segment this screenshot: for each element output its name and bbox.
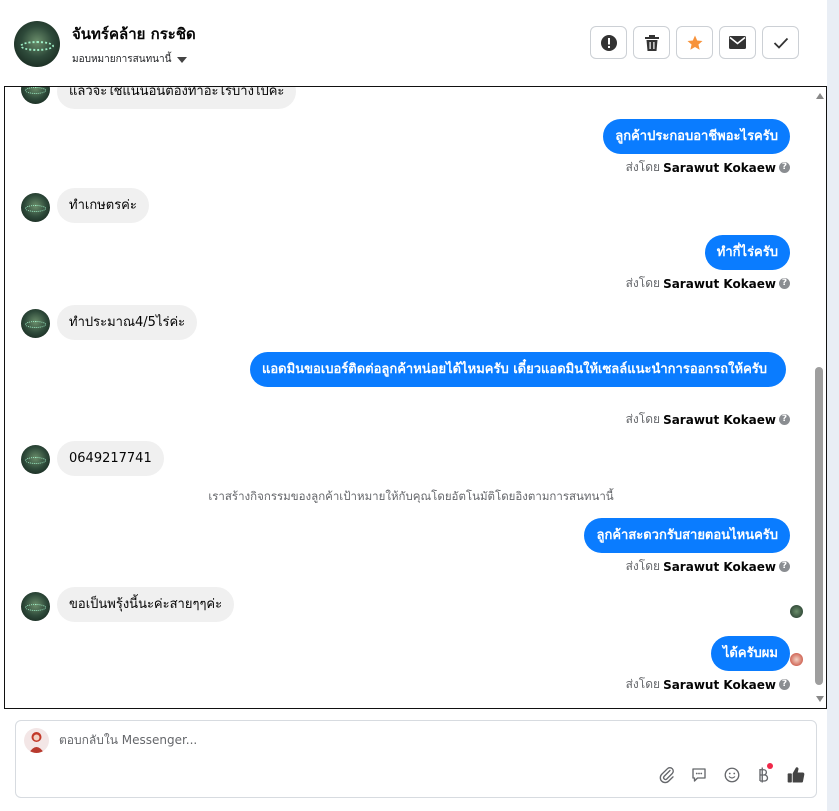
incoming-message[interactable]: แล้วจะใช้แน่นอนต้องทำอะไรบ้างไปคะ xyxy=(57,87,297,109)
thread-scrollbar[interactable] xyxy=(814,87,826,708)
check-icon xyxy=(773,37,788,49)
mark-done-button[interactable] xyxy=(762,26,799,59)
report-icon xyxy=(600,34,617,51)
reply-input[interactable] xyxy=(59,733,659,747)
payment-button[interactable] xyxy=(753,763,773,785)
outgoing-message[interactable]: ทำกี่ไร่ครับ xyxy=(704,235,790,270)
contact-avatar[interactable] xyxy=(14,21,60,67)
trash-icon xyxy=(644,34,659,51)
caret-down-icon xyxy=(177,56,188,63)
system-note: เราสร้างกิจกรรมของลูกค้าเป้าหมายให้กับคุ… xyxy=(208,489,614,503)
scroll-thumb[interactable] xyxy=(815,367,823,685)
incoming-message[interactable]: 0649217741 xyxy=(57,441,164,476)
conversation-header: จันทร์คล้าย กระชิด มอบหมายการสนทนานี้ xyxy=(0,0,827,86)
help-icon[interactable]: ? xyxy=(779,679,790,690)
assign-label: มอบหมายการสนทนานี้ xyxy=(72,54,172,65)
sent-by-label: ส่งโดย Sarawut Kokaew? xyxy=(626,557,790,576)
paperclip-icon xyxy=(659,767,674,784)
saved-replies-button[interactable] xyxy=(689,765,709,785)
delete-button[interactable] xyxy=(633,26,670,59)
incoming-message[interactable]: ทำเกษตรค่ะ xyxy=(57,188,149,223)
contact-avatar-small xyxy=(21,445,50,474)
help-icon[interactable]: ? xyxy=(779,414,790,425)
agent-avatar xyxy=(24,728,49,753)
inbox-conversation-panel: จันทร์คล้าย กระชิด มอบหมายการสนทนานี้ แล… xyxy=(0,0,828,811)
contact-avatar-small xyxy=(21,87,50,104)
thumbs-up-icon xyxy=(787,767,805,783)
reply-composer xyxy=(15,720,817,798)
like-button[interactable] xyxy=(786,765,806,785)
contact-name[interactable]: จันทร์คล้าย กระชิด xyxy=(72,22,196,46)
outgoing-message[interactable]: ได้ครับผม xyxy=(710,636,790,671)
help-icon[interactable]: ? xyxy=(779,278,790,289)
contact-avatar-small xyxy=(21,592,50,621)
contact-avatar-small xyxy=(21,193,50,222)
outgoing-message[interactable]: ลูกค้าประกอบอาชีพอะไรครับ xyxy=(603,119,790,154)
message-thread[interactable]: แล้วจะใช้แน่นอนต้องทำอะไรบ้างไปคะ ลูกค้า… xyxy=(4,86,827,709)
help-icon[interactable]: ? xyxy=(779,162,790,173)
emoji-icon xyxy=(724,767,740,783)
incoming-message[interactable]: ขอเป็นพรุ้งนี้นะค่ะสายๆๆค่ะ xyxy=(57,587,235,622)
sent-by-label: ส่งโดย Sarawut Kokaew? xyxy=(626,675,790,694)
help-icon[interactable]: ? xyxy=(779,561,790,572)
mark-unread-button[interactable] xyxy=(719,26,756,59)
assign-conversation-dropdown[interactable]: มอบหมายการสนทนานี้ xyxy=(72,52,188,67)
comment-icon xyxy=(692,768,706,782)
seen-avatar xyxy=(790,605,803,618)
emoji-button[interactable] xyxy=(722,765,742,785)
notification-dot xyxy=(767,763,773,769)
scroll-up-arrow[interactable] xyxy=(816,93,824,99)
report-button[interactable] xyxy=(590,26,627,59)
star-button[interactable] xyxy=(676,26,713,59)
delivered-avatar xyxy=(790,653,803,666)
attach-button[interactable] xyxy=(657,765,677,785)
sent-by-label: ส่งโดย Sarawut Kokaew? xyxy=(626,410,790,429)
star-icon xyxy=(687,35,702,50)
sent-by-label: ส่งโดย Sarawut Kokaew? xyxy=(626,158,790,177)
incoming-message[interactable]: ทำประมาณ4/5ไร่ค่ะ xyxy=(57,305,198,340)
contact-avatar-small xyxy=(21,309,50,338)
sent-by-label: ส่งโดย Sarawut Kokaew? xyxy=(626,274,790,293)
outgoing-message[interactable]: แอดมินขอเบอร์ติดต่อลูกค้าหน่อยได้ไหมครับ… xyxy=(250,352,786,387)
envelope-icon xyxy=(729,36,746,49)
scroll-down-arrow[interactable] xyxy=(816,696,824,702)
outgoing-message[interactable]: ลูกค้าสะดวกรับสายตอนไหนครับ xyxy=(584,518,790,553)
window-edge xyxy=(827,0,839,811)
